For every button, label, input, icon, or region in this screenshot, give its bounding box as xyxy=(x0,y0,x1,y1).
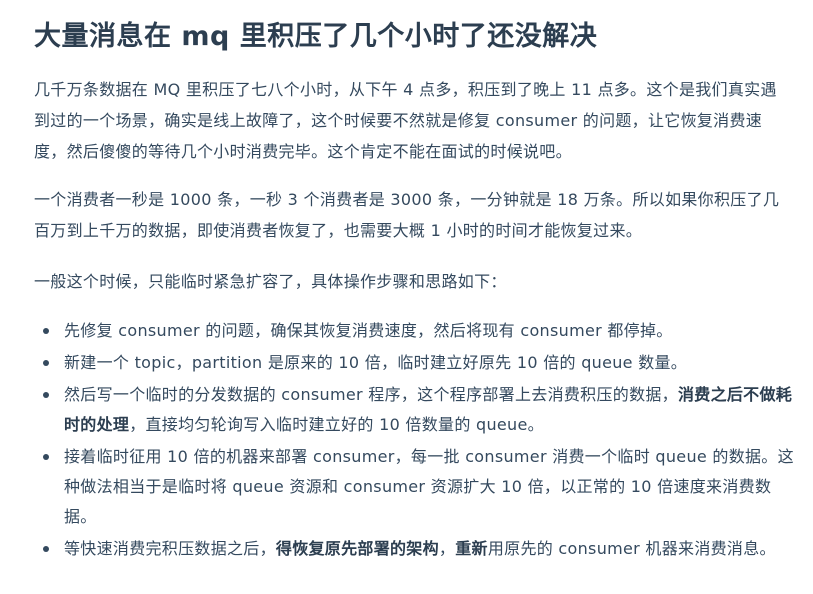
bullet-icon xyxy=(43,392,49,398)
list-item: 等快速消费完积压数据之后，得恢复原先部署的架构，重新用原先的 consumer … xyxy=(34,534,794,564)
steps-list: 先修复 consumer 的问题，确保其恢复消费速度，然后将现有 consume… xyxy=(34,316,794,566)
list-item: 接着临时征用 10 倍的机器来部署 consumer，每一批 consumer … xyxy=(34,442,794,532)
paragraph-consumption-math: 一个消费者一秒是 1000 条，一秒 3 个消费者是 3000 条，一分钟就是 … xyxy=(34,190,780,240)
bullet-icon xyxy=(43,454,49,460)
bullet-icon xyxy=(43,360,49,366)
list-item: 新建一个 topic，partition 是原来的 10 倍，临时建立好原先 1… xyxy=(34,348,794,378)
paragraph-intro-steps: 一般这个时候，只能临时紧急扩容了，具体操作步骤和思路如下： xyxy=(34,272,507,291)
paragraph-backlog-scenario: 几千万条数据在 MQ 里积压了七八个小时，从下午 4 点多，积压到了晚上 11 … xyxy=(34,80,777,161)
section-heading: 大量消息在 mq 里积压了几个小时了还没解决 xyxy=(34,21,598,52)
list-item: 然后写一个临时的分发数据的 consumer 程序，这个程序部署上去消费积压的数… xyxy=(34,380,794,440)
emphasis-text: 得恢复原先部署的架构 xyxy=(275,539,439,558)
bullet-icon xyxy=(43,328,49,334)
emphasis-text: 重新 xyxy=(455,539,488,558)
bullet-icon xyxy=(43,546,49,552)
list-item: 先修复 consumer 的问题，确保其恢复消费速度，然后将现有 consume… xyxy=(34,316,794,346)
